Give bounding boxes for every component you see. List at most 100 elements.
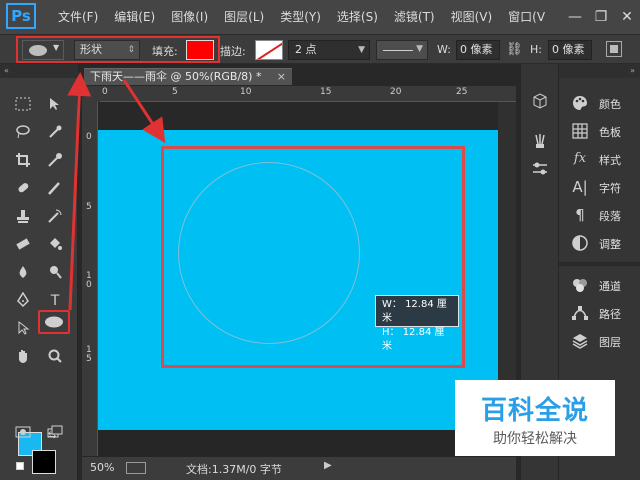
panel-styles[interactable]: fx 样式 [559,146,640,172]
ruler-corner [82,86,100,102]
dodge-tool-icon[interactable] [42,260,68,286]
stroke-width-value: 2 点 [295,43,317,56]
zoom-level[interactable]: 50% [90,461,114,474]
brushes-icon[interactable] [530,132,550,152]
ruler-tick: 0 [102,87,108,97]
link-icon[interactable]: ⛓ [506,42,523,57]
menu-select[interactable]: 选择(S) [329,0,386,34]
panel-color[interactable]: 颜色 [559,90,640,116]
dock-header[interactable]: » [559,64,640,78]
watermark-subtitle: 助你轻松解决 [493,431,577,447]
tool-presets-icon[interactable] [530,160,550,180]
close-window-button[interactable]: ✕ [614,0,640,34]
panel-label: 段落 [599,210,621,223]
healing-brush-tool-icon[interactable] [10,176,36,202]
panel-character[interactable]: A| 字符 [559,174,640,200]
panel-label: 色板 [599,126,621,139]
menu-edit[interactable]: 编辑(E) [106,0,163,34]
character-icon: A| [572,178,588,196]
document-tab-title: 下雨天——雨伞 @ 50%(RGB/8) * [90,70,262,83]
status-info-icon[interactable] [126,462,146,474]
paint-bucket-tool-icon[interactable] [42,232,68,258]
marquee-tool-icon[interactable] [10,92,36,118]
eraser-tool-icon[interactable] [10,232,36,258]
menu-bar: Ps 文件(F) 编辑(E) 图像(I) 图层(L) 类型(Y) 选择(S) 滤… [0,0,640,34]
history-brush-tool-icon[interactable] [42,204,68,230]
menu-filter[interactable]: 滤镜(T) [386,0,443,34]
ruler-tick: 25 [456,87,468,97]
path-selection-tool-icon[interactable] [10,316,36,342]
stroke-color-swatch[interactable] [255,40,283,60]
brush-tool-icon[interactable] [42,176,68,202]
eyedropper-tool-icon[interactable] [42,148,68,174]
panel-label: 颜色 [599,98,621,111]
document-tab[interactable]: 下雨天——雨伞 @ 50%(RGB/8) * × [84,68,292,85]
stroke-type-select[interactable]: ▼ [376,40,428,60]
width-label: W: [437,43,451,56]
panel-label: 字符 [599,182,621,195]
menu-type[interactable]: 类型(Y) [272,0,329,34]
panel-label: 调整 [599,238,621,251]
panel-swatches[interactable]: 色板 [559,118,640,144]
default-colors-icon[interactable] [16,462,24,470]
crop-tool-icon[interactable] [10,148,36,174]
menu-file[interactable]: 文件(F) [50,0,106,34]
panel-layers[interactable]: 图层 [559,328,640,354]
stroke-width-field[interactable]: 2 点 ▼ [288,40,370,60]
photoshop-logo: Ps [6,3,36,29]
menu-image[interactable]: 图像(I) [163,0,216,34]
watermark-logo: 百科全说 助你轻松解决 [455,380,615,456]
hand-tool-icon[interactable] [10,344,36,370]
window-controls: — ❐ ✕ [562,0,640,34]
grid-icon [571,122,589,140]
width-field[interactable]: 0 像素 [456,40,500,60]
solid-line-icon [383,50,413,51]
panel-paragraph[interactable]: ¶ 段落 [559,202,640,228]
ellipse-tool-icon[interactable] [38,310,70,334]
ruler-top: 0 5 10 15 20 25 [100,86,516,102]
background-color-swatch[interactable] [32,450,56,474]
no-color-icon [256,41,282,59]
path-operations-icon[interactable] [606,41,622,57]
tooltip-height: H： 12.84 厘米 [382,327,445,352]
zoom-tool-icon[interactable] [42,344,68,370]
tools-panel: « T ⇆ [0,64,78,480]
paragraph-icon: ¶ [575,206,585,224]
paths-icon [571,304,589,322]
watermark-title: 百科全说 [480,396,589,426]
panel-label: 通道 [599,280,621,293]
status-bar: 50% 文档:1.37M/0 字节 ▶ [82,456,516,480]
clone-stamp-tool-icon[interactable] [10,204,36,230]
tools-panel-header[interactable]: « [0,64,78,78]
blur-tool-icon[interactable] [10,260,36,286]
stroke-label: 描边: [220,45,246,58]
menu-items: 文件(F) 编辑(E) 图像(I) 图层(L) 类型(Y) 选择(S) 滤镜(T… [50,0,553,34]
move-tool-icon[interactable] [42,92,68,118]
panel-adjustments[interactable]: 调整 [559,230,640,256]
menu-window[interactable]: 窗口(V [500,0,553,34]
screen-mode-icon[interactable] [42,420,68,446]
restore-button[interactable]: ❐ [588,0,614,34]
panel-label: 路径 [599,308,621,321]
panel-channels[interactable]: 通道 [559,272,640,298]
quick-mask-icon[interactable] [10,420,36,446]
panel-paths[interactable]: 路径 [559,300,640,326]
lasso-tool-icon[interactable] [10,120,36,146]
options-highlight-box [16,36,220,63]
pen-tool-icon[interactable] [10,288,36,314]
quick-selection-tool-icon[interactable] [42,120,68,146]
document-size: 文档:1.37M/0 字节 [186,463,282,476]
panel-label: 样式 [599,154,621,167]
chevron-down-icon: ▼ [358,45,365,55]
3d-icon[interactable] [530,92,550,112]
palette-icon [571,94,589,112]
panel-group-divider [559,262,640,266]
menu-layer[interactable]: 图层(L) [216,0,272,34]
channels-icon [571,276,589,294]
height-field[interactable]: 0 像素 [548,40,592,60]
dimension-tooltip: W： 12.84 厘米 H： 12.84 厘米 [375,295,459,352]
menu-view[interactable]: 视图(V) [443,0,501,34]
close-tab-icon[interactable]: × [277,69,286,85]
minimize-button[interactable]: — [562,0,588,34]
status-menu-arrow-icon[interactable]: ▶ [324,460,332,471]
